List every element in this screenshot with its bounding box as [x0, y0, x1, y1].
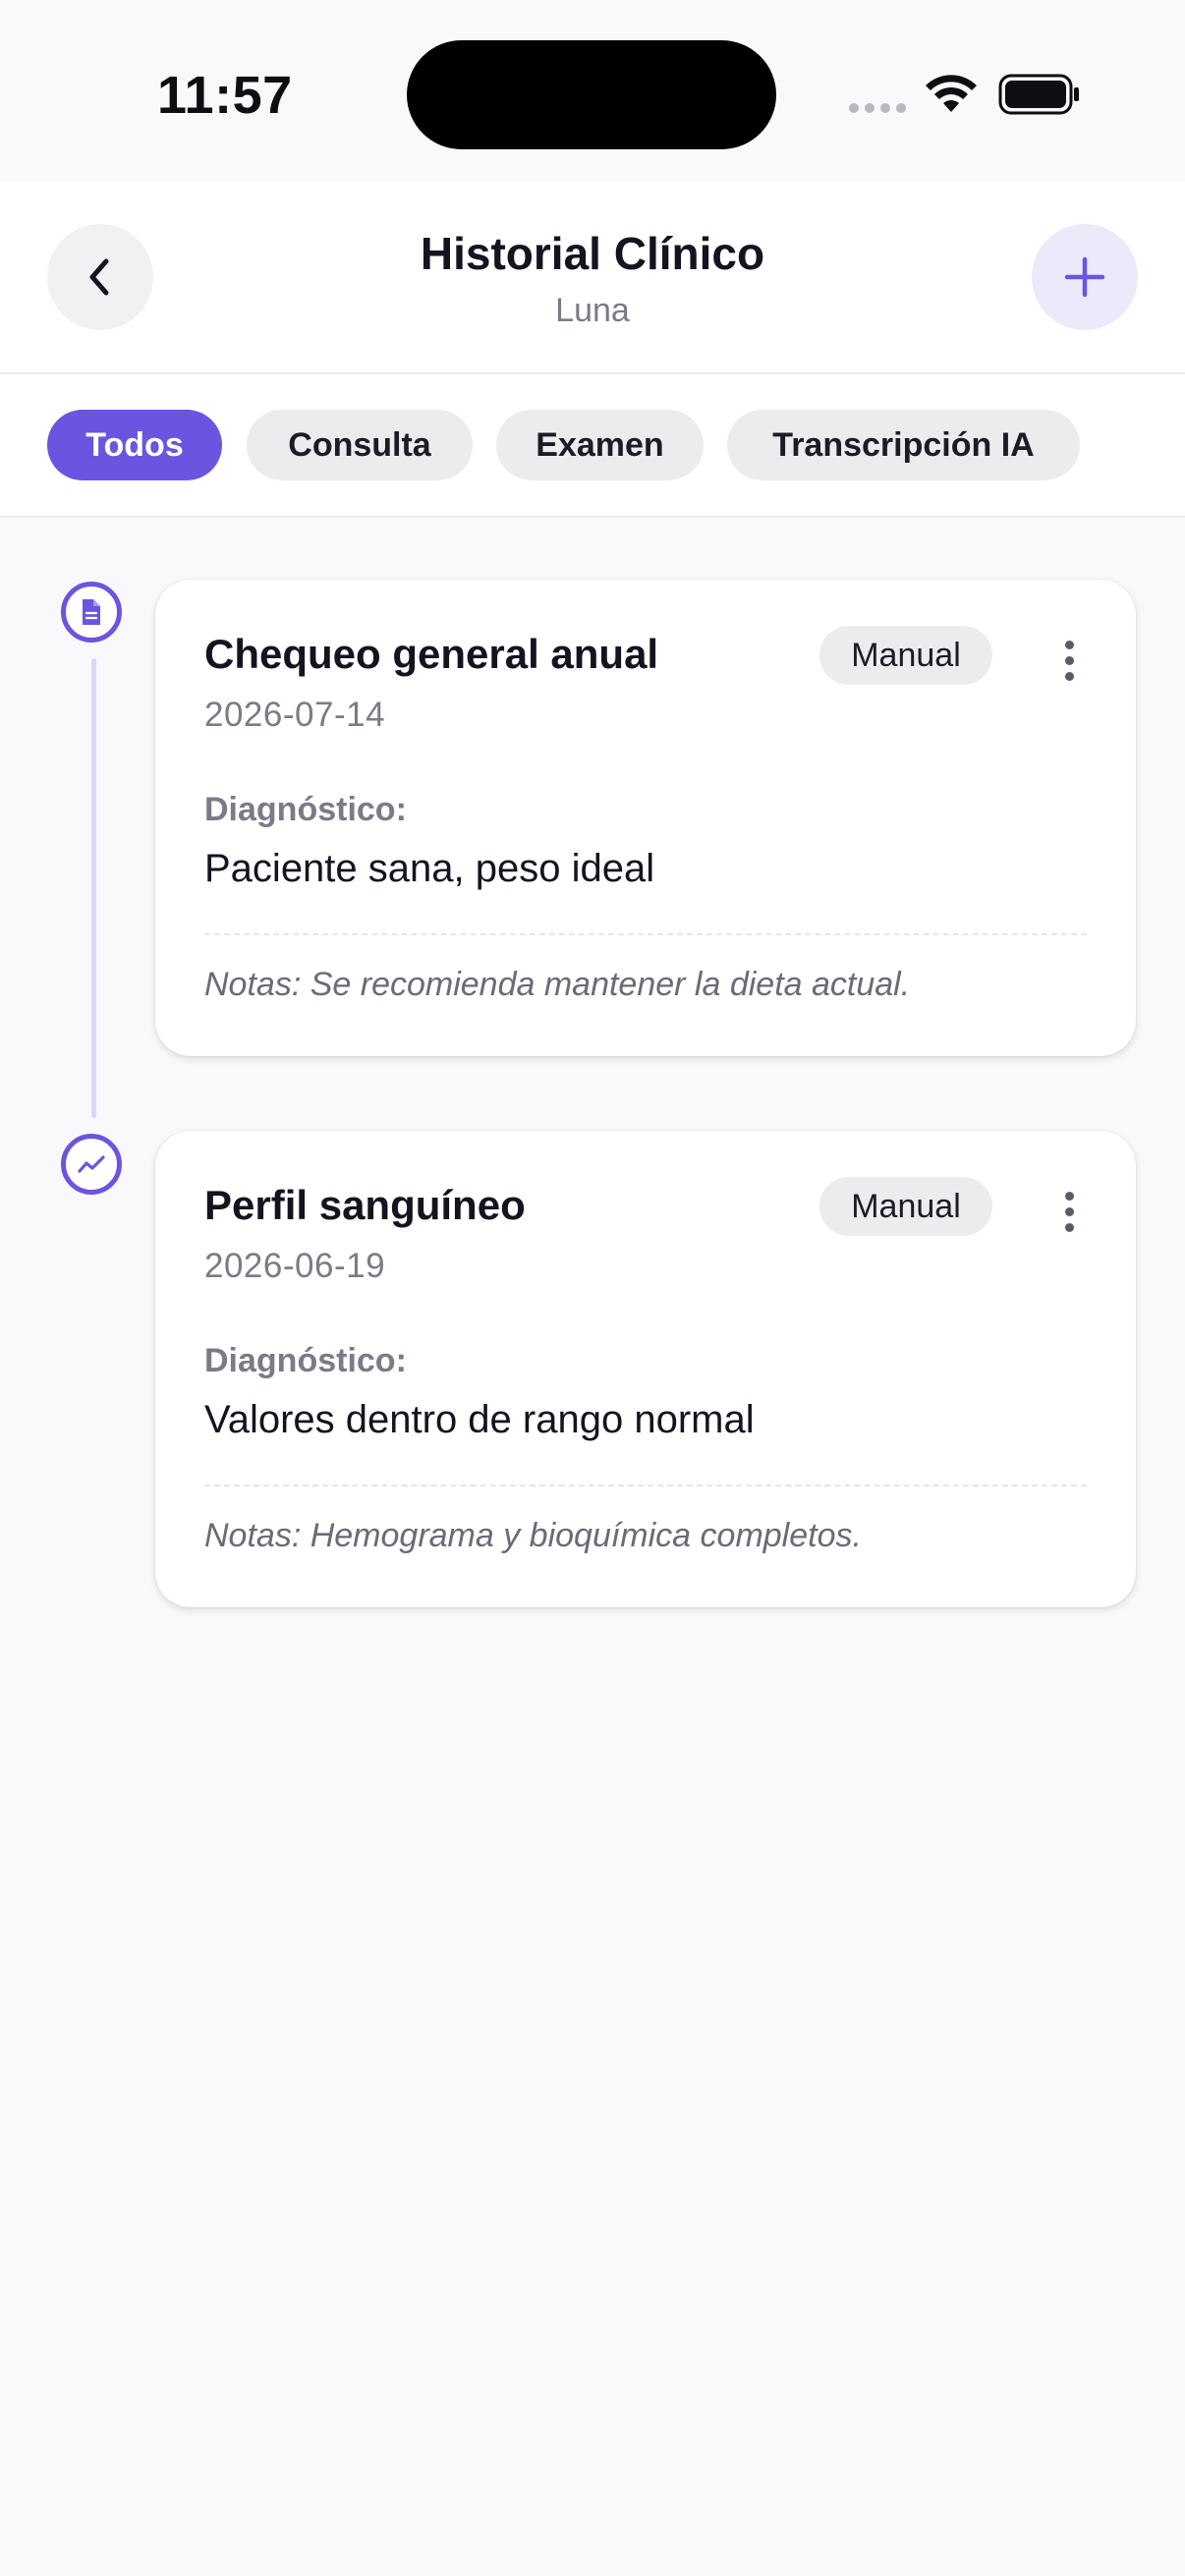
- status-bar: 11:57: [0, 0, 1185, 182]
- filter-chip-consulta[interactable]: Consulta: [247, 410, 473, 480]
- timeline-line: [91, 658, 96, 1118]
- record-notes: Notas: Hemograma y bioquímica completos.: [204, 1517, 862, 1554]
- diagnosis-label: Diagnóstico:: [204, 791, 407, 828]
- filter-chip-todos[interactable]: Todos: [47, 410, 222, 480]
- record-title: Chequeo general anual: [204, 631, 659, 677]
- trend-chart-icon: [78, 1155, 105, 1173]
- diagnosis-value: Paciente sana, peso ideal: [204, 847, 655, 890]
- plus-icon: [1064, 256, 1105, 298]
- add-record-button[interactable]: [1032, 224, 1138, 330]
- diagnosis-label: Diagnóstico:: [204, 1342, 407, 1379]
- more-options-icon[interactable]: [1040, 1172, 1099, 1251]
- record-card[interactable]: Chequeo general anual 2026-07-14 Manual …: [155, 580, 1136, 1056]
- timeline-node: [61, 582, 122, 643]
- cellular-signal-icon: [849, 103, 908, 117]
- more-options-icon[interactable]: [1040, 621, 1099, 700]
- source-badge: Manual: [819, 1177, 992, 1236]
- status-time: 11:57: [157, 66, 293, 125]
- record-date: 2026-06-19: [204, 1247, 386, 1285]
- record-date: 2026-07-14: [204, 696, 386, 734]
- filter-chip-examen[interactable]: Examen: [496, 410, 704, 480]
- record-card[interactable]: Perfil sanguíneo 2026-06-19 Manual Diagn…: [155, 1131, 1136, 1607]
- wifi-icon: [926, 75, 977, 112]
- timeline-node: [61, 1134, 122, 1195]
- nav-header: Historial Clínico Luna: [0, 182, 1185, 374]
- document-icon: [83, 599, 100, 625]
- card-divider: [204, 1484, 1087, 1486]
- filter-chip-transcripcion-ia[interactable]: Transcripción IA: [727, 410, 1080, 480]
- record-notes: Notas: Se recomienda mantener la dieta a…: [204, 966, 911, 1003]
- diagnosis-value: Valores dentro de rango normal: [204, 1398, 755, 1441]
- page-title: Historial Clínico: [420, 228, 765, 279]
- card-divider: [204, 933, 1087, 935]
- filter-chip-bar: Todos Consulta Examen Transcripción IA: [0, 374, 1185, 518]
- dynamic-island: [407, 40, 776, 149]
- source-badge: Manual: [819, 626, 992, 685]
- record-title: Perfil sanguíneo: [204, 1182, 526, 1228]
- pet-name-subtitle: Luna: [555, 292, 630, 329]
- battery-icon: [998, 74, 1079, 115]
